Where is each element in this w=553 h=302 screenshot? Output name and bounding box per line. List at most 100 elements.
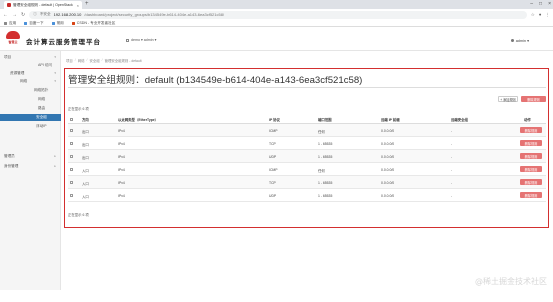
close-window-icon[interactable]: × xyxy=(548,0,551,8)
sidebar-item-compute[interactable]: 资源管理 ▾ xyxy=(10,71,59,76)
app-title: 会计算云服务管理平台 xyxy=(26,39,101,46)
title-divider xyxy=(68,87,546,88)
project-icon xyxy=(126,38,129,42)
cloud-logo-icon xyxy=(6,31,20,39)
project-label: demo ▾ admin ▾ xyxy=(131,38,157,42)
sidebar-item-api-access[interactable]: API 访问 xyxy=(38,63,52,68)
minimize-icon[interactable]: – xyxy=(530,0,533,8)
window-controls: – □ × xyxy=(530,0,551,8)
cell-remote-group: - xyxy=(451,128,453,133)
cell-remote-group: - xyxy=(451,193,453,198)
breadcrumb-project[interactable]: 项目 xyxy=(66,58,73,63)
app-header: 智慧云 会计算云服务管理平台 demo ▾ admin ▾ admin ▾ xyxy=(0,27,553,51)
folder-icon xyxy=(24,21,28,25)
browser-toolbar: ← → ↻ ⓘ 不安全 192.168.200.10/dashboard/pro… xyxy=(0,9,553,20)
chevron-down-icon: ▾ xyxy=(54,79,56,83)
cell-direction: 出口 xyxy=(82,129,89,134)
cell-protocol: UDP xyxy=(269,193,277,198)
item-count-bottom: 正在显示 6 项 xyxy=(68,213,89,217)
add-rule-button[interactable]: + 添加规则 xyxy=(498,96,518,102)
url-path: /dashboard/project/security_groups/b1345… xyxy=(84,12,225,17)
sidebar-item-security-groups[interactable]: 安全组 xyxy=(0,114,61,121)
user-icon xyxy=(510,39,514,42)
col-remote-group[interactable]: 远端安全组 xyxy=(451,117,468,122)
bookmark-apps[interactable]: 应用 xyxy=(4,21,16,26)
sidebar-item-routers[interactable]: 路由 xyxy=(38,106,45,111)
bookmark-baidu[interactable]: 百度一下 xyxy=(24,20,44,26)
sidebar-item-networks[interactable]: 网络 xyxy=(38,97,45,102)
not-secure-label: 不安全 xyxy=(39,12,51,16)
cell-port-range: 1 - 65535 xyxy=(318,180,333,185)
select-all-checkbox[interactable] xyxy=(70,118,73,121)
table-header: 方向 以太网类型（EtherType） IP 协议 端口范围 远端 IP 前缀 … xyxy=(68,115,546,124)
sidebar-item-identity[interactable]: 身份管理 ▸ xyxy=(4,164,59,169)
cell-direction: 入口 xyxy=(82,181,89,186)
browser-tab-title: 管理安全组规则 - default | OpenStack xyxy=(13,2,73,7)
breadcrumb-current: 管理安全组规则 - default xyxy=(104,59,142,63)
sidebar: 项目 ▾ API 访问 资源管理 ▾ 网络 ▾ 网络拓扑 网络 路由 安全组 浮动IP… xyxy=(0,51,61,290)
col-ethertype[interactable]: 以太网类型（EtherType） xyxy=(118,117,158,122)
breadcrumb-security-groups[interactable]: 安全组 xyxy=(89,58,99,63)
row-checkbox[interactable] xyxy=(70,142,73,145)
cell-port-range: 任何 xyxy=(318,168,325,173)
col-port-range[interactable]: 端口范围 xyxy=(318,117,332,122)
cell-remote-group: - xyxy=(451,167,453,172)
bookmark-label: 应用 xyxy=(9,20,17,25)
col-protocol[interactable]: IP 协议 xyxy=(269,117,280,122)
breadcrumb-network[interactable]: 网络 xyxy=(78,58,85,63)
menu-icon[interactable]: ⋮ xyxy=(546,12,551,18)
delete-rule-button[interactable]: 删除规则 xyxy=(520,127,542,133)
browser-tab[interactable]: 管理安全组规则 - default | OpenStack × xyxy=(4,1,82,9)
bookmark-csdn[interactable]: CSDN - 专业开发者社区 xyxy=(71,21,115,26)
browser-extras: ☆ ● ⋮ xyxy=(531,12,550,18)
delete-rule-button[interactable]: 删除规则 xyxy=(520,179,542,185)
chevron-right-icon: ▸ xyxy=(54,164,56,168)
col-direction[interactable]: 方向 xyxy=(82,117,89,122)
maximize-icon[interactable]: □ xyxy=(539,0,542,8)
bookmark-label: 百度一下 xyxy=(29,20,44,25)
row-checkbox[interactable] xyxy=(70,194,73,197)
row-checkbox[interactable] xyxy=(70,168,73,171)
sidebar-item-project[interactable]: 项目 ▾ xyxy=(4,55,59,60)
chevron-down-icon: ▾ xyxy=(54,55,56,59)
cell-remote-group: - xyxy=(451,141,453,146)
back-icon[interactable]: ← xyxy=(3,12,8,18)
row-checkbox[interactable] xyxy=(70,155,73,158)
sidebar-item-network-topology[interactable]: 网络拓扑 xyxy=(34,88,48,93)
cell-remote-prefix: 0.0.0.0/0 xyxy=(381,128,395,133)
cell-ethertype: IPv4 xyxy=(118,180,125,185)
logo[interactable]: 智慧云 xyxy=(3,31,23,47)
delete-rules-button[interactable]: 删除规则 xyxy=(521,96,546,102)
sidebar-item-network-group[interactable]: 网络 ▾ xyxy=(20,79,59,84)
cell-ethertype: IPv4 xyxy=(118,167,125,172)
cell-direction: 入口 xyxy=(82,194,89,199)
delete-rule-button[interactable]: 删除规则 xyxy=(520,153,542,159)
logo-text: 智慧云 xyxy=(8,40,18,44)
row-checkbox[interactable] xyxy=(70,129,73,132)
user-menu[interactable]: admin ▾ xyxy=(510,38,529,43)
user-label: admin ▾ xyxy=(515,39,529,43)
bookmark-common[interactable]: 常用 xyxy=(51,21,64,26)
address-bar[interactable]: ⓘ 不安全 192.168.200.10/dashboard/project/s… xyxy=(29,10,527,19)
col-actions: 动作 xyxy=(524,118,531,122)
cell-direction: 入口 xyxy=(82,168,89,173)
profile-icon[interactable]: ● xyxy=(539,12,542,18)
delete-rule-button[interactable]: 删除规则 xyxy=(520,192,542,198)
delete-rule-button[interactable]: 删除规则 xyxy=(520,166,542,172)
sidebar-item-admin[interactable]: 管理员 ▸ xyxy=(4,154,59,159)
cell-remote-prefix: 0.0.0.0/0 xyxy=(381,167,395,172)
star-icon[interactable]: ☆ xyxy=(531,12,535,18)
new-tab-icon[interactable]: + xyxy=(85,1,89,8)
row-checkbox[interactable] xyxy=(70,181,73,184)
forward-icon[interactable]: → xyxy=(12,12,17,18)
reload-icon[interactable]: ↻ xyxy=(21,12,25,18)
cell-ethertype: IPv4 xyxy=(118,193,125,198)
delete-rule-button[interactable]: 删除规则 xyxy=(520,140,542,146)
col-remote-prefix[interactable]: 远端 IP 前缀 xyxy=(381,117,400,122)
table-row: 出口 IPv4 UDP 1 - 65535 0.0.0.0/0 - 删除规则 xyxy=(68,150,546,163)
cell-remote-prefix: 0.0.0.0/0 xyxy=(381,193,395,198)
cell-remote-prefix: 0.0.0.0/0 xyxy=(381,141,395,146)
project-selector[interactable]: demo ▾ admin ▾ xyxy=(126,38,156,42)
close-tab-icon[interactable]: × xyxy=(77,3,79,8)
sidebar-item-floating-ips[interactable]: 浮动IP xyxy=(36,124,47,129)
